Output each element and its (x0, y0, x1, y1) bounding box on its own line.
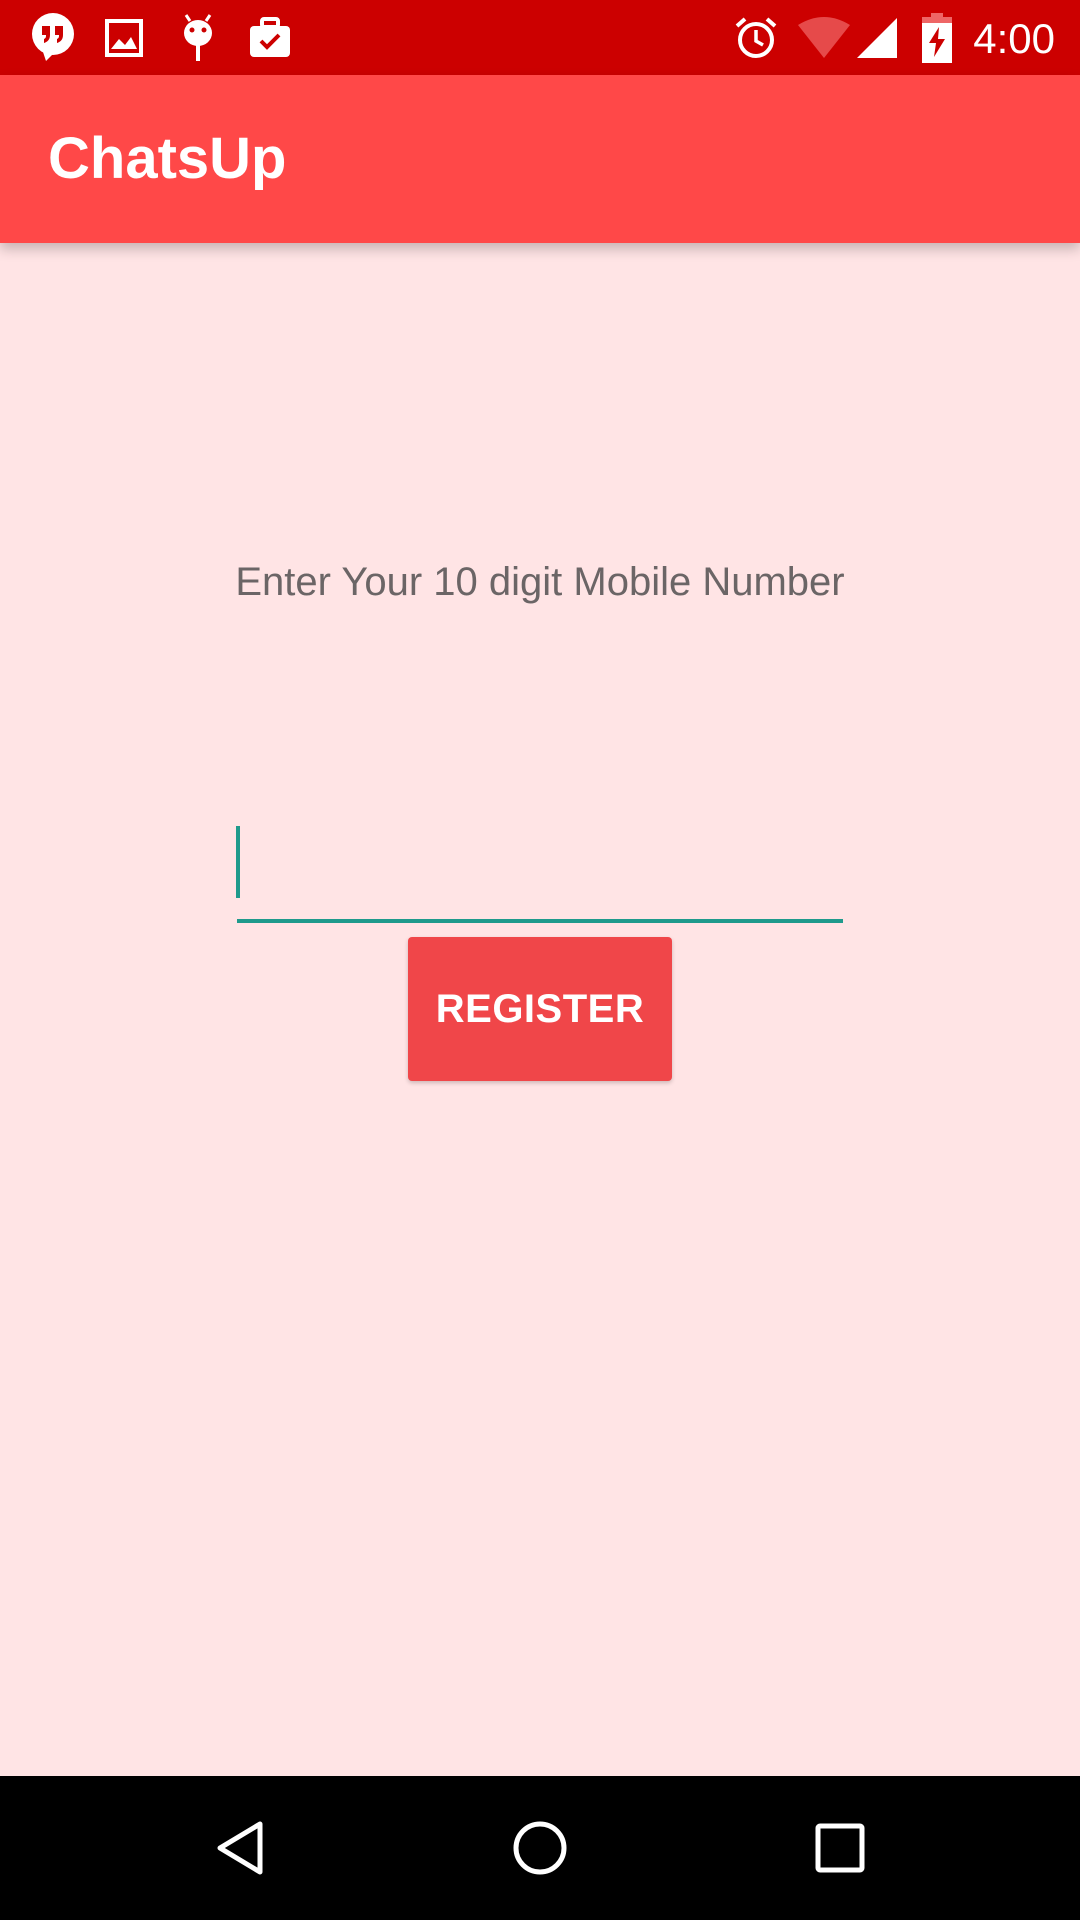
status-time: 4:00 (973, 15, 1055, 62)
app-bar: ChatsUp (0, 75, 1080, 243)
signal-icon (854, 0, 900, 75)
navigation-bar (0, 1776, 1080, 1920)
image-icon (104, 0, 144, 75)
back-icon[interactable] (160, 1776, 320, 1920)
battery-charging-icon (920, 0, 954, 75)
mobile-number-input[interactable] (237, 815, 843, 923)
text-cursor (236, 826, 240, 898)
wifi-icon (796, 0, 852, 75)
android-debug-icon (176, 0, 220, 75)
home-icon[interactable] (460, 1776, 620, 1920)
app-screen: 4:00 ChatsUp Enter Your 10 digit Mobile … (0, 0, 1080, 1920)
status-bar: 4:00 (0, 0, 1080, 75)
app-title: ChatsUp (48, 126, 287, 191)
register-button[interactable]: REGISTER (408, 937, 672, 1081)
alarm-icon (733, 0, 779, 75)
hangouts-icon (28, 0, 78, 75)
briefcase-check-icon (246, 0, 294, 75)
mobile-number-prompt: Enter Your 10 digit Mobile Number (235, 560, 845, 604)
recents-icon[interactable] (760, 1776, 920, 1920)
